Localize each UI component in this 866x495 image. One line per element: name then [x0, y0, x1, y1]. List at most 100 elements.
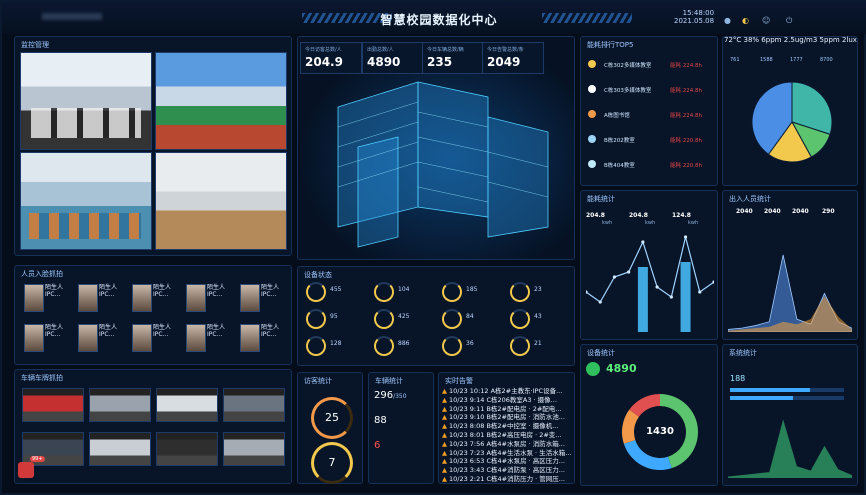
person-card[interactable]: 陌生人 IPC... — [130, 282, 175, 316]
plates-panel: 车辆车牌抓拍 — [14, 369, 292, 484]
clock: 15:48:00 2021.05.08 — [674, 9, 714, 25]
camera-cafeteria[interactable] — [20, 152, 152, 250]
traffic-mini-3: 2040 — [792, 208, 809, 215]
person-card-text: 陌生人 IPC... — [261, 284, 280, 298]
env-value-2: 1588 — [760, 57, 773, 63]
device-status-icon — [510, 282, 530, 302]
top5-item: C栋302多媒体教室 能耗 224.8h — [588, 58, 713, 72]
traffic-mini-1: 2040 — [736, 208, 753, 215]
traffic-mini-2: 2040 — [764, 208, 781, 215]
camera-sports-field[interactable] — [155, 52, 287, 150]
car-snapshot[interactable] — [156, 432, 218, 466]
top5-item-name: C栋303多媒体教室 — [604, 88, 652, 94]
devstats-donut-value: 1430 — [646, 426, 674, 437]
stat-visitors-label: 今日访客总数/人 — [305, 47, 342, 53]
env-value-1: 761 — [730, 57, 740, 63]
cars-parking-value: 296 — [374, 390, 394, 401]
face-icon[interactable]: ☺ — [762, 16, 770, 25]
person-card-text: 陌生人 IPC... — [99, 284, 118, 298]
energy-point — [612, 275, 617, 279]
device-status-value: 84 — [466, 313, 474, 320]
energy-point — [627, 270, 631, 274]
cars-v1: 296/350 — [374, 390, 407, 401]
camera-classroom[interactable] — [20, 52, 152, 150]
energy-mini-unit-1: kwh — [602, 220, 613, 226]
car-snapshot[interactable] — [89, 432, 151, 466]
face-photo — [78, 284, 98, 312]
stat-alarms-label: 今日告警总数/条 — [487, 47, 524, 53]
stat-vehicles-label: 今日车辆总数/辆 — [427, 47, 464, 53]
header-stripes-right — [542, 13, 632, 23]
cars-parking-total: /350 — [393, 393, 407, 400]
sun-icon[interactable]: ● — [724, 16, 731, 25]
device-status-icon — [306, 282, 326, 302]
person-card[interactable]: 陌生人 IPC... — [184, 282, 229, 316]
car-snapshot[interactable] — [156, 388, 218, 422]
plates-badge[interactable]: 99+ — [18, 456, 45, 478]
person-card[interactable]: 陌生人 IPC... — [76, 282, 121, 316]
person-card-text: 陌生人 IPC... — [207, 324, 226, 338]
device-status-value: 104 — [398, 286, 410, 293]
top5-item: A栋图书馆 能耗 224.8h — [588, 108, 713, 122]
car-snapshot[interactable] — [22, 388, 84, 422]
person-card[interactable]: 陌生人 IPC... — [76, 322, 121, 356]
rank-dot-icon — [588, 110, 596, 118]
energy-point — [683, 235, 688, 239]
person-card-text: 陌生人 IPC... — [153, 324, 172, 338]
person-card[interactable]: 陌生人 IPC... — [184, 322, 229, 356]
cafeteria-chairs — [29, 213, 141, 239]
plates-title: 车辆车牌抓拍 — [21, 374, 63, 382]
device-status-value: 185 — [466, 286, 478, 293]
traffic-mini-4: 290 — [822, 208, 835, 215]
person-card[interactable]: 陌生人 IPC... — [130, 322, 175, 356]
car-snapshot[interactable] — [223, 388, 285, 422]
stat-attendance: 出勤总数/人 4890 — [362, 42, 424, 74]
face-photo — [186, 324, 206, 352]
energy-mini-unit-2: kwh — [645, 220, 656, 226]
device-status-icon — [374, 309, 394, 329]
devstats-title: 设备统计 — [587, 349, 615, 357]
cars-title: 车辆统计 — [375, 377, 403, 385]
energy-line — [586, 236, 714, 303]
power-icon[interactable]: ⏻ — [786, 16, 792, 26]
top5-item-name: C栋302多媒体教室 — [604, 63, 652, 69]
person-card[interactable]: 陌生人 IPC... — [22, 282, 67, 316]
camera-library[interactable] — [155, 152, 287, 250]
car-snapshot[interactable] — [89, 388, 151, 422]
face-photo — [240, 324, 260, 352]
cars-panel: 车辆统计 — [368, 372, 434, 484]
moon-icon[interactable]: ◐ — [742, 16, 749, 25]
top5-item-value: 能耗 224.8h — [670, 63, 702, 69]
person-card[interactable]: 陌生人 IPC... — [22, 322, 67, 356]
header-bar: 智慧校园数据化中心 15:48:00 2021.05.08 ● ◐ ☺ ⏻ — [2, 2, 866, 34]
face-photo — [240, 284, 260, 312]
device-status-value: 43 — [534, 313, 542, 320]
sysstats-area — [728, 419, 852, 478]
devstats-total: 4890 — [606, 362, 637, 375]
header-blurred-logo — [42, 13, 102, 20]
energy-mini-value-3: 124.8 — [672, 212, 691, 219]
visitor-ring-2-value: 7 — [328, 456, 336, 469]
rank-dot-icon — [588, 85, 596, 93]
env-pie-chart — [751, 81, 833, 163]
sysstats-title: 系统统计 — [729, 349, 757, 357]
person-card[interactable]: 陌生人 IPC... — [238, 322, 283, 356]
car-snapshot[interactable] — [223, 432, 285, 466]
page-title: 智慧校园数据化中心 — [380, 13, 498, 27]
device-status-value: 455 — [330, 286, 342, 293]
stat-visitors: 今日访客总数/人 204.9 — [300, 42, 362, 74]
top5-item-name: B栋202教室 — [604, 138, 635, 144]
person-card-text: 陌生人 IPC... — [45, 324, 64, 338]
alarm-item-text: 10/23 2:21 C栋4#消防压力 · 管网压... — [449, 475, 565, 483]
top5-item-value: 能耗 220.8h — [670, 163, 702, 169]
device-status-icon — [510, 309, 530, 329]
device-status-value: 21 — [534, 340, 542, 347]
traffic-area-chart — [728, 254, 852, 332]
warning-icon: ▲ — [442, 475, 447, 483]
person-card[interactable]: 陌生人 IPC... — [238, 282, 283, 316]
alarm-item[interactable]: ▲ 10/23 2:21 C栋4#消防压力 · 管网压... — [442, 473, 572, 483]
device-status-icon — [306, 309, 326, 329]
stat-visitors-value: 204.9 — [305, 55, 343, 69]
top5-item: C栋303多媒体教室 能耗 224.8h — [588, 83, 713, 97]
stat-vehicles-value: 235 — [427, 55, 453, 69]
